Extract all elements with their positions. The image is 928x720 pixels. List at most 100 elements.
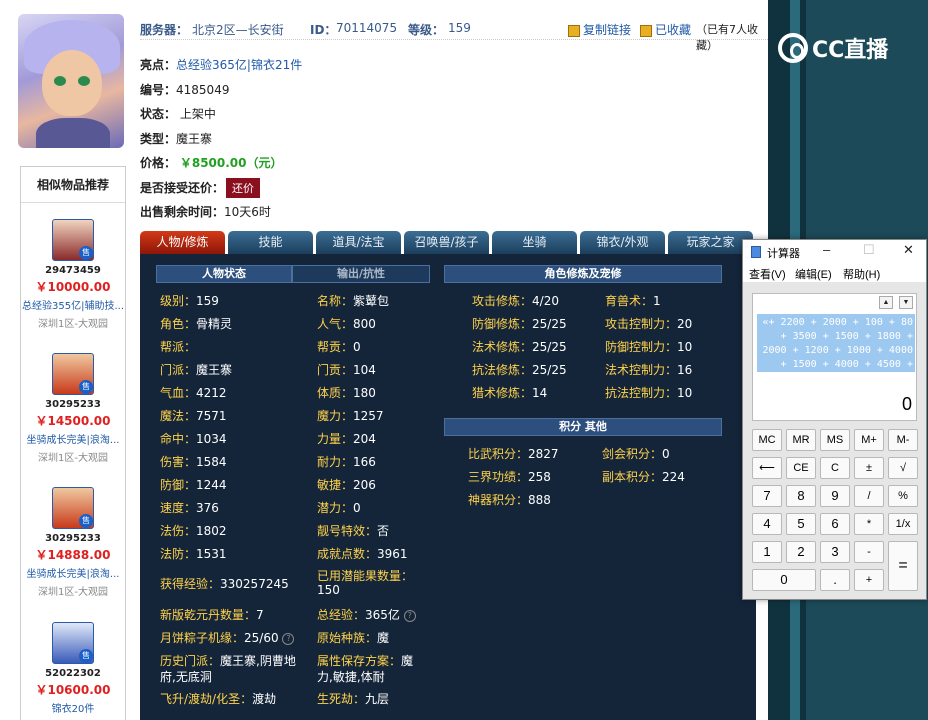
calc-key[interactable]: 0 [752, 569, 816, 591]
calc-key[interactable]: 9 [820, 485, 850, 507]
calc-key[interactable]: . [820, 569, 850, 591]
menu-edit[interactable]: 编辑(E) [795, 266, 832, 282]
price-row: 价格： ￥8500.00（元） [140, 156, 283, 170]
calc-key[interactable]: MR [786, 429, 816, 451]
stat-right: 帮贡：0 [317, 340, 361, 354]
level-value: 159 [448, 21, 471, 35]
stat-used-value: 150 [317, 583, 340, 597]
calc-key[interactable]: √ [888, 457, 918, 479]
calc-key[interactable]: 7 [752, 485, 782, 507]
item-header: 服务器： 北京2区—长安街 ID： 70114075 等级： 159 复制链接 … [140, 18, 768, 52]
calc-key[interactable]: ± [854, 457, 884, 479]
expression-history: «+ 2200 + 2000 + 100 + 80 + 3500 + 1500 … [757, 314, 915, 372]
calc-key[interactable]: CE [786, 457, 816, 479]
calc-key[interactable]: 1 [752, 541, 782, 563]
similar-item[interactable]: 售 30295233 ￥14500.00 坐骑成长完美|浪淘... 深圳1区-大观园 [21, 353, 125, 464]
close-button[interactable]: ✕ [903, 242, 914, 258]
calc-key[interactable]: - [854, 541, 884, 563]
haggle-row: 是否接受还价： 还价 [140, 178, 261, 198]
cultivation-row: 攻击修炼：4/20 [472, 294, 559, 308]
copy-link-button[interactable]: 复制链接 [568, 21, 631, 38]
number-row: 编号：4185049 [140, 83, 230, 97]
calc-key[interactable]: + [854, 569, 884, 591]
calc-key[interactable]: MC [752, 429, 782, 451]
calc-key[interactable]: 4 [752, 513, 782, 535]
tab-outfits[interactable]: 锦衣/外观 [580, 231, 665, 254]
stat-left: 法防：1531 [160, 547, 227, 561]
menu-help[interactable]: 帮助(H) [843, 266, 880, 282]
points-row-right: 剑会积分：0 [602, 447, 670, 461]
similar-item[interactable]: 售 29473459 ￥10000.00 总经验355亿|辅助技... 深圳1区-大… [21, 219, 125, 330]
item-thumbnail[interactable]: 售 [52, 219, 94, 261]
help-icon[interactable]: ? [403, 609, 416, 622]
stat-left: 角色：骨精灵 [160, 317, 233, 331]
scroll-up-icon[interactable]: ▲ [879, 296, 893, 309]
calc-key[interactable]: ⟵ [752, 457, 782, 479]
stat-right: 敏捷：206 [317, 478, 376, 492]
tab-summons[interactable]: 召唤兽/孩子 [404, 231, 489, 254]
tab-skills[interactable]: 技能 [228, 231, 313, 254]
stat-right: 靓号特效：否 [317, 524, 390, 538]
status-row: 状态： 上架中 [140, 107, 216, 121]
stat-left: 命中：1034 [160, 432, 227, 446]
control-row: 抗法控制力：10 [605, 386, 693, 400]
calc-key[interactable]: 2 [786, 541, 816, 563]
stat-used-label: 已用潜能果数量： [317, 569, 414, 583]
scroll-down-icon[interactable]: ▼ [899, 296, 913, 309]
subtab-output[interactable]: 输出/抗性 [292, 265, 430, 283]
menu-view[interactable]: 查看(V) [749, 266, 786, 282]
calc-key[interactable]: 5 [786, 513, 816, 535]
item-link[interactable]: 锦衣20件 [21, 700, 125, 715]
stat-mooncake: 月饼粽子机缘：25/60 ? [160, 629, 295, 646]
item-thumbnail[interactable]: 售 [52, 487, 94, 529]
points-row: 比武积分：2827 [468, 447, 559, 461]
haggle-button[interactable]: 还价 [226, 178, 261, 198]
stat-left: 伤害：1584 [160, 455, 227, 469]
stat-left: 防御：1244 [160, 478, 227, 492]
tab-home[interactable]: 玩家之家 [668, 231, 753, 254]
calc-key[interactable]: % [888, 485, 918, 507]
stat-right: 成就点数：3961 [317, 547, 408, 561]
help-icon[interactable]: ? [282, 632, 295, 645]
item-link[interactable]: 坐骑成长完美|浪淘... [21, 431, 125, 446]
control-row: 育兽术：1 [605, 294, 661, 308]
cultivation-title: 角色修炼及宠修 [444, 265, 722, 283]
stat-total-exp: 总经验：365亿 ? [317, 606, 416, 623]
calc-key[interactable]: MS [820, 429, 850, 451]
item-link[interactable]: 坐骑成长完美|浪淘... [21, 565, 125, 580]
calc-key[interactable]: = [888, 541, 918, 591]
time-row: 出售剩余时间：10天6时 [140, 205, 271, 219]
points-row-right: 副本积分：224 [602, 470, 685, 484]
tab-mounts[interactable]: 坐骑 [492, 231, 577, 254]
calc-key[interactable]: 6 [820, 513, 850, 535]
calculator-window: 计算器 – ☐ ✕ 查看(V) 编辑(E) 帮助(H) ▲ ▼ «+ 2200 … [742, 239, 927, 600]
similar-item[interactable]: 售 52022302 ￥10600.00 锦衣20件 [21, 622, 125, 715]
stat-right: 门贡：104 [317, 363, 376, 377]
calculator-display: ▲ ▼ «+ 2200 + 2000 + 100 + 80 + 3500 + 1… [752, 293, 917, 421]
calc-key[interactable]: 1/x [888, 513, 918, 535]
calc-key[interactable]: 3 [820, 541, 850, 563]
detail-tabs: 人物/修炼 技能 道具/法宝 召唤兽/孩子 坐骑 锦衣/外观 玩家之家 [140, 231, 756, 254]
favorited-button[interactable]: 已收藏 [640, 21, 691, 38]
tab-character[interactable]: 人物/修炼 [140, 231, 225, 254]
similar-item[interactable]: 售 30295233 ￥14888.00 坐骑成长完美|浪淘... 深圳1区-大观园 [21, 487, 125, 598]
stat-history: 历史门派：魔王寨,阴曹地 [160, 654, 296, 668]
item-thumbnail[interactable]: 售 [52, 353, 94, 395]
subtab-status[interactable]: 人物状态 [156, 265, 292, 283]
item-thumbnail[interactable]: 售 [52, 622, 94, 664]
calc-key[interactable]: / [854, 485, 884, 507]
calc-key[interactable]: M- [888, 429, 918, 451]
highlight-row: 亮点：总经验365亿|锦衣21件 [140, 58, 303, 72]
calc-key[interactable]: M+ [854, 429, 884, 451]
id-label: ID： [310, 23, 337, 37]
cultivation-row: 抗法修炼：25/25 [472, 363, 567, 377]
minimize-button[interactable]: – [823, 242, 830, 257]
calc-key[interactable]: C [820, 457, 850, 479]
calc-key[interactable]: * [854, 513, 884, 535]
item-link[interactable]: 总经验355亿|辅助技... [21, 297, 125, 312]
calc-key[interactable]: 8 [786, 485, 816, 507]
calculator-title: 计算器 [767, 248, 800, 260]
tab-items[interactable]: 道具/法宝 [316, 231, 401, 254]
favorite-count: （已有7人收藏） [696, 23, 758, 52]
stat-right: 人气：800 [317, 317, 376, 331]
